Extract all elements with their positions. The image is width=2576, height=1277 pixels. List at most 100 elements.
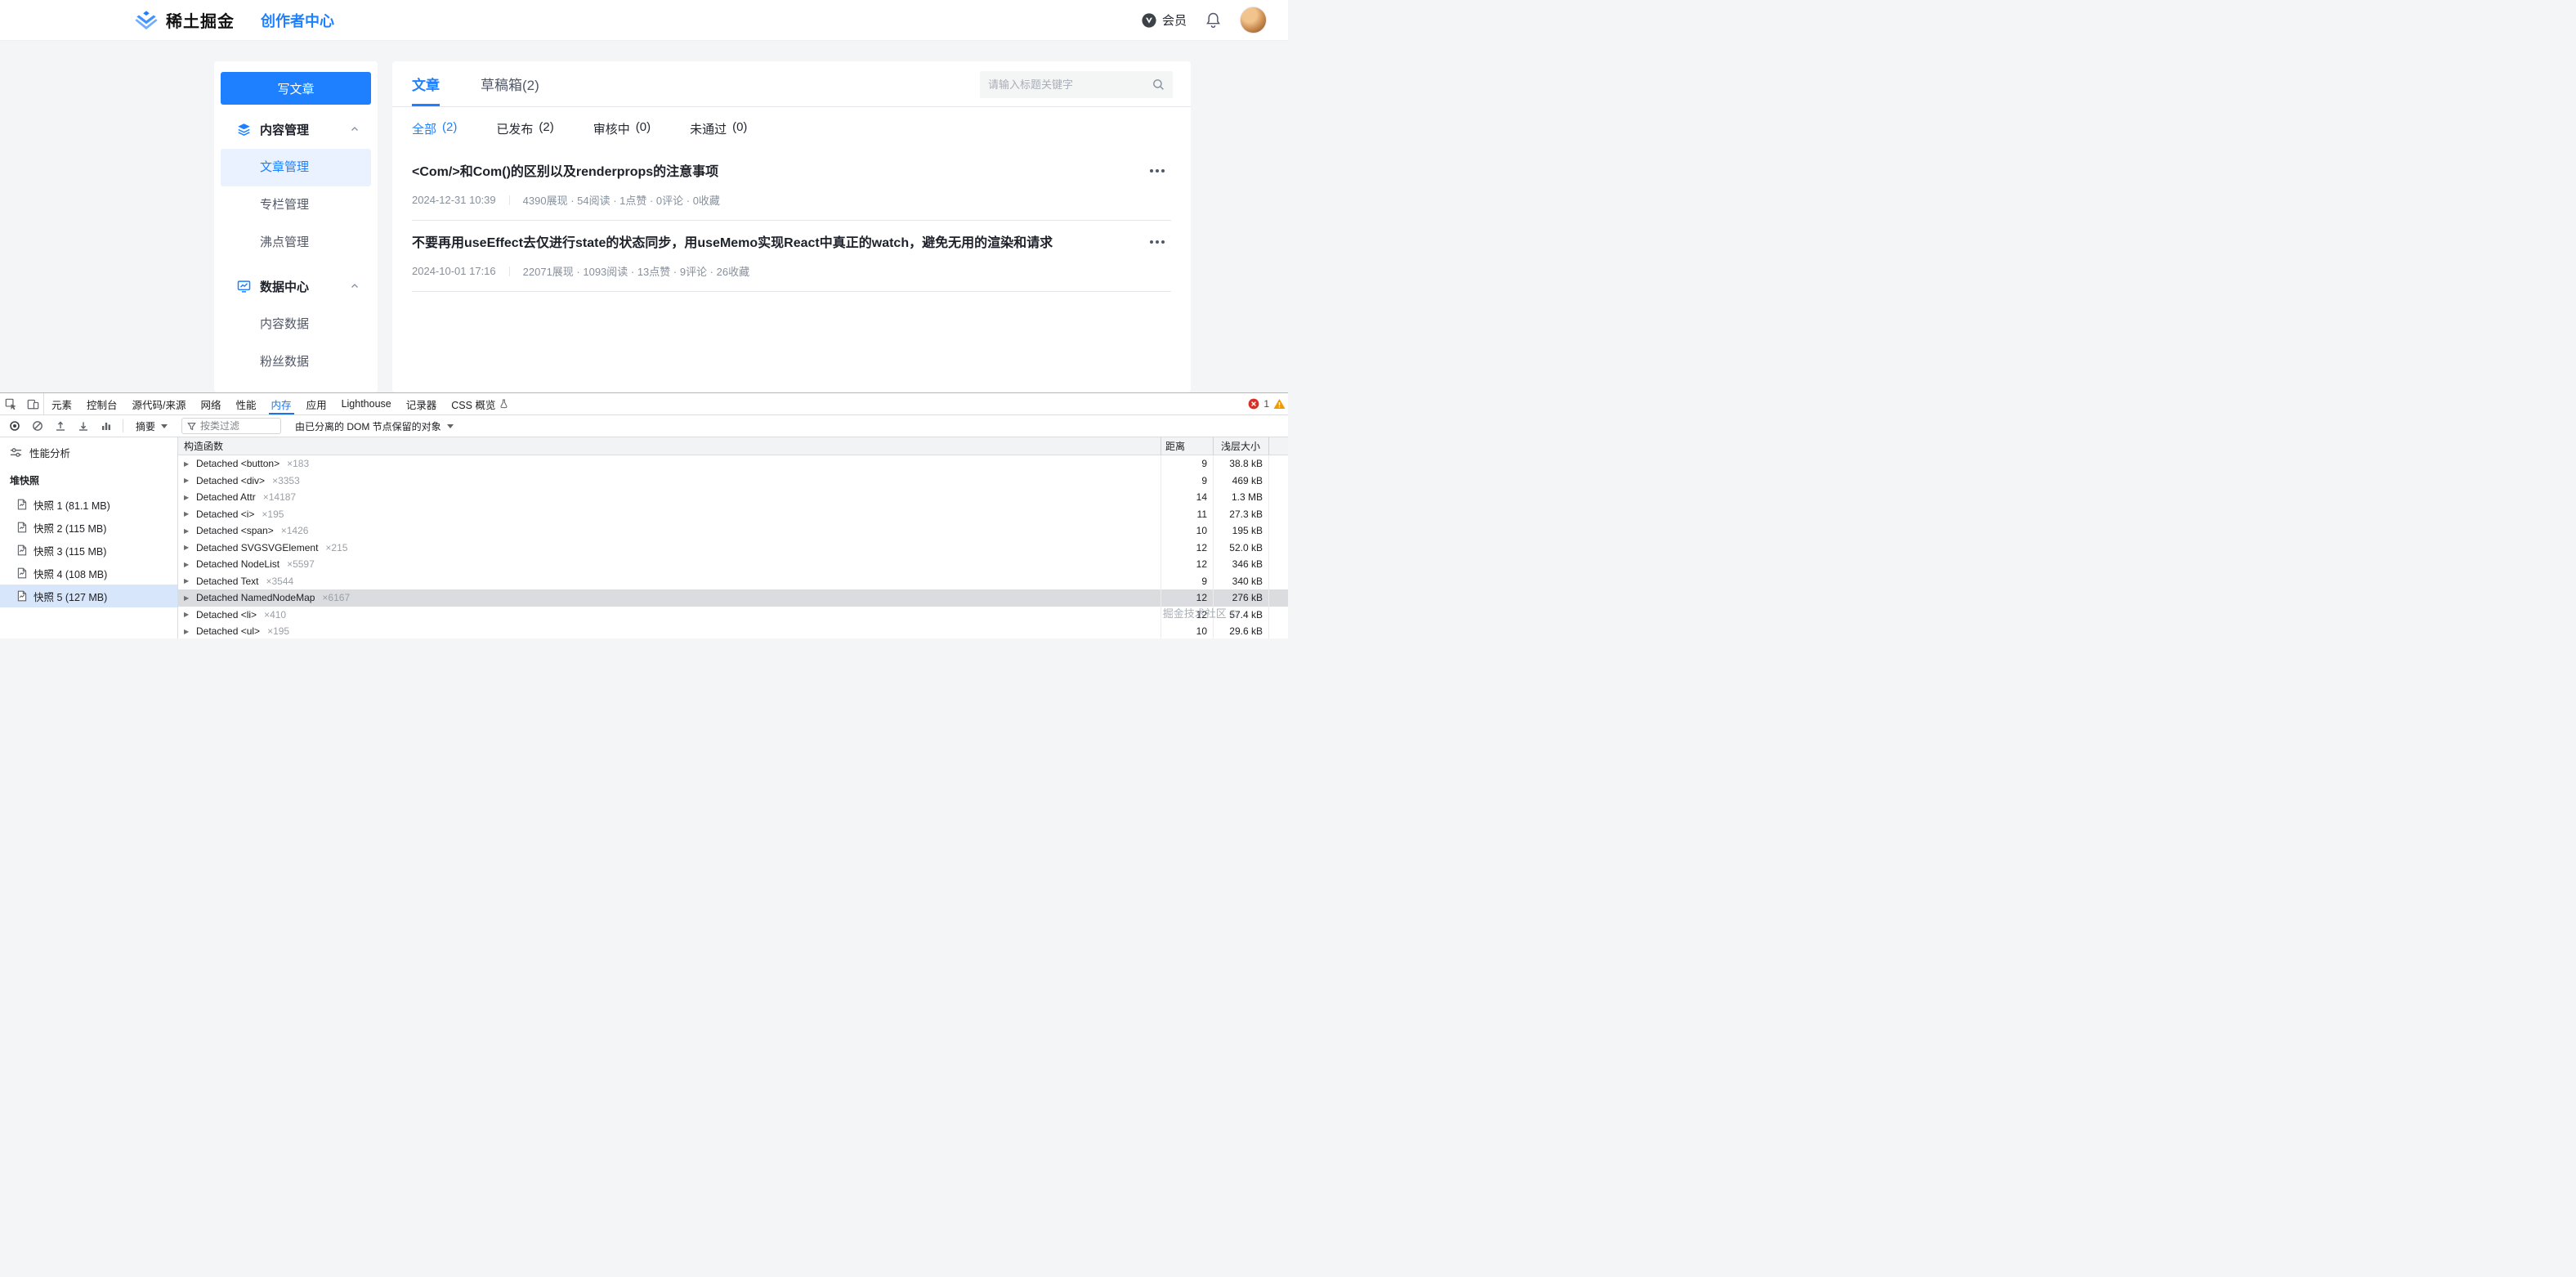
record-heap-snapshot-icon[interactable] bbox=[3, 415, 25, 437]
creator-center-link[interactable]: 创作者中心 bbox=[261, 10, 334, 31]
chevron-up-icon[interactable] bbox=[350, 281, 360, 291]
creator-page: 写文章 内容管理 文章管理 专栏管理 沸点管理 数据中心 bbox=[0, 41, 1288, 392]
devtools-tab-label: 源代码/来源 bbox=[132, 397, 186, 412]
heap-snapshot-item[interactable]: 快照 4 (108 MB) bbox=[0, 562, 177, 585]
expand-triangle-icon[interactable]: ▶ bbox=[184, 544, 191, 551]
heap-table: 构造函数 距离 浅层大小 ▶ Detached <button> ×183 9 … bbox=[178, 437, 1288, 638]
heap-table-row[interactable]: ▶ Detached NodeList ×5597 12 346 kB bbox=[178, 556, 1288, 573]
error-badge-icon[interactable] bbox=[1248, 398, 1259, 410]
devtools-tab[interactable]: 应用 bbox=[299, 393, 334, 414]
devtools-tab[interactable]: 控制台 bbox=[79, 393, 125, 414]
class-filter-box[interactable] bbox=[181, 418, 281, 434]
status-filter[interactable]: 未通过 (0) bbox=[690, 120, 747, 137]
profiles-header: 性能分析 bbox=[0, 437, 177, 467]
devtools-tab[interactable]: 记录器 bbox=[399, 393, 445, 414]
article-date: 2024-10-01 17:16 bbox=[412, 265, 496, 277]
column-constructor[interactable]: 构造函数 bbox=[178, 437, 1161, 455]
content-tab[interactable]: 草稿箱(2) bbox=[481, 61, 539, 106]
expand-triangle-icon[interactable]: ▶ bbox=[184, 460, 191, 468]
expand-triangle-icon[interactable]: ▶ bbox=[184, 477, 191, 484]
menu-section-header[interactable]: 数据中心 bbox=[221, 267, 371, 306]
sidebar-menu-item[interactable]: 文章管理 bbox=[221, 149, 371, 186]
distance-cell: 12 bbox=[1161, 540, 1213, 557]
article-title[interactable]: <Com/>和Com()的区别以及renderprops的注意事项 bbox=[412, 164, 1171, 181]
heap-snapshot-item[interactable]: 快照 5 (127 MB) bbox=[0, 585, 177, 607]
snapshot-label: 快照 5 (127 MB) bbox=[34, 589, 107, 604]
article-more-button[interactable] bbox=[1147, 166, 1168, 176]
devtools-tab[interactable]: CSS 概览 bbox=[444, 393, 516, 414]
menu-section-header[interactable]: 内容管理 bbox=[221, 110, 371, 149]
devtools-tab[interactable]: Lighthouse bbox=[334, 393, 399, 414]
device-toolbar-icon[interactable] bbox=[22, 393, 44, 414]
clear-profiles-icon[interactable] bbox=[26, 415, 48, 437]
instance-count: ×195 bbox=[262, 509, 284, 520]
shallow-size-cell: 195 kB bbox=[1213, 522, 1268, 540]
content-tab[interactable]: 文章 bbox=[412, 61, 440, 106]
sidebar-menu-item[interactable]: 专栏管理 bbox=[221, 186, 371, 224]
heap-table-row[interactable]: ▶ Detached <span> ×1426 10 195 kB bbox=[178, 522, 1288, 540]
devtools-tab[interactable]: 元素 bbox=[44, 393, 79, 414]
heap-table-row[interactable]: ▶ Detached NamedNodeMap ×6167 12 276 kB bbox=[178, 589, 1288, 607]
search-box[interactable] bbox=[980, 71, 1173, 98]
notification-bell-icon[interactable] bbox=[1205, 11, 1222, 29]
heap-table-row[interactable]: ▶ Detached <div> ×3353 9 469 kB bbox=[178, 473, 1288, 490]
write-article-button[interactable]: 写文章 bbox=[221, 72, 371, 105]
heap-table-row[interactable]: ▶ Detached <button> ×183 9 38.8 kB bbox=[178, 455, 1288, 473]
devtools-tab-label: 网络 bbox=[201, 397, 221, 412]
devtools-tab[interactable]: 源代码/来源 bbox=[125, 393, 194, 414]
instance-count: ×195 bbox=[267, 625, 289, 637]
search-icon[interactable] bbox=[1152, 78, 1165, 91]
retained-objects-select[interactable]: 由已分离的 DOM 节点保留的对象 bbox=[288, 417, 460, 435]
menu-item-label: 专栏管理 bbox=[260, 198, 309, 212]
header-actions: 会员 bbox=[1141, 7, 1267, 34]
status-filter-count: (2) bbox=[442, 120, 457, 137]
inspect-element-icon[interactable] bbox=[0, 393, 22, 414]
app-root: 稀土掘金 创作者中心 会员 写文章 bbox=[0, 0, 1288, 638]
column-shallow-size[interactable]: 浅层大小 bbox=[1213, 437, 1268, 455]
expand-triangle-icon[interactable]: ▶ bbox=[184, 561, 191, 568]
sidebar-menu-item[interactable]: 内容数据 bbox=[221, 306, 371, 343]
expand-triangle-icon[interactable]: ▶ bbox=[184, 527, 191, 535]
class-filter-input[interactable] bbox=[200, 420, 275, 432]
user-avatar[interactable] bbox=[1240, 7, 1267, 34]
devtools-tabbar: 元素 控制台 源代码/来源 网络 性能 内存 应用 Lighthouse 记录器… bbox=[0, 393, 1288, 415]
heap-snapshot-item[interactable]: 快照 2 (115 MB) bbox=[0, 516, 177, 539]
status-filter[interactable]: 全部 (2) bbox=[412, 120, 457, 137]
heap-table-row[interactable]: ▶ Detached SVGSVGElement ×215 12 52.0 kB bbox=[178, 540, 1288, 557]
perspective-select[interactable]: 摘要 bbox=[129, 417, 174, 435]
load-profile-icon[interactable] bbox=[49, 415, 71, 437]
status-filter[interactable]: 审核中 (0) bbox=[593, 120, 651, 137]
expand-triangle-icon[interactable]: ▶ bbox=[184, 510, 191, 518]
article-item[interactable]: <Com/>和Com()的区别以及renderprops的注意事项 2024-1… bbox=[412, 150, 1171, 221]
article-more-button[interactable] bbox=[1147, 237, 1168, 247]
heap-snapshot-item[interactable]: 快照 1 (81.1 MB) bbox=[0, 493, 177, 516]
sidebar-menu-item[interactable]: 粉丝数据 bbox=[221, 343, 371, 381]
chevron-up-icon[interactable] bbox=[350, 124, 360, 134]
heap-table-row[interactable]: ▶ Detached <i> ×195 11 27.3 kB bbox=[178, 506, 1288, 523]
chevron-down-icon bbox=[447, 424, 454, 428]
search-input[interactable] bbox=[988, 78, 1152, 91]
juejin-logo[interactable]: 稀土掘金 bbox=[134, 8, 235, 32]
statistics-icon[interactable] bbox=[95, 415, 117, 437]
expand-triangle-icon[interactable]: ▶ bbox=[184, 494, 191, 501]
column-distance[interactable]: 距离 bbox=[1161, 437, 1213, 455]
heap-table-row[interactable]: ▶ Detached <ul> ×195 10 29.6 kB bbox=[178, 623, 1288, 638]
article-item[interactable]: 不要再用useEffect去仅进行state的状态同步，用useMemo实现Re… bbox=[412, 221, 1171, 292]
heap-table-row[interactable]: ▶ Detached <li> ×410 12 57.4 kB bbox=[178, 607, 1288, 624]
expand-triangle-icon[interactable]: ▶ bbox=[184, 577, 191, 585]
expand-triangle-icon[interactable]: ▶ bbox=[184, 611, 191, 618]
article-title[interactable]: 不要再用useEffect去仅进行state的状态同步，用useMemo实现Re… bbox=[412, 235, 1171, 253]
status-filter[interactable]: 已发布 (2) bbox=[496, 120, 553, 137]
save-profile-icon[interactable] bbox=[72, 415, 94, 437]
warning-icon[interactable] bbox=[1273, 398, 1286, 410]
expand-triangle-icon[interactable]: ▶ bbox=[184, 594, 191, 602]
sidebar-menu-item[interactable]: 沸点管理 bbox=[221, 224, 371, 262]
heap-snapshot-item[interactable]: 快照 3 (115 MB) bbox=[0, 539, 177, 562]
member-link[interactable]: 会员 bbox=[1141, 11, 1187, 29]
heap-table-row[interactable]: ▶ Detached Attr ×14187 14 1.3 MB bbox=[178, 489, 1288, 506]
devtools-tab[interactable]: 性能 bbox=[229, 393, 264, 414]
devtools-tab[interactable]: 内存 bbox=[264, 393, 299, 414]
heap-table-row[interactable]: ▶ Detached Text ×3544 9 340 kB bbox=[178, 573, 1288, 590]
devtools-tab[interactable]: 网络 bbox=[194, 393, 229, 414]
expand-triangle-icon[interactable]: ▶ bbox=[184, 628, 191, 635]
